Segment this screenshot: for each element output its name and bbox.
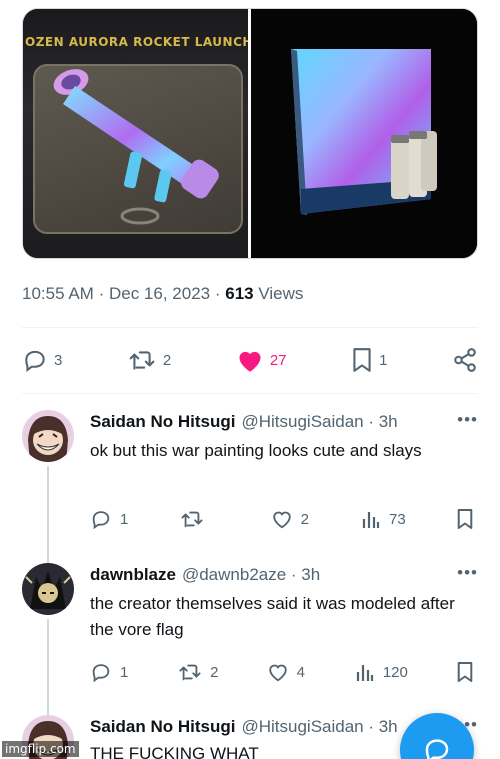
reply-button[interactable]: 1: [90, 508, 130, 530]
reply-count: 1: [120, 510, 129, 528]
reply-text: the creator themselves said it was model…: [90, 594, 455, 639]
reply-text: ok but this war painting looks cute and …: [90, 441, 422, 460]
separator-dot: ·: [214, 284, 221, 303]
reply-header: Saidan No Hitsugi @HitsugiSaidan · 3h ••…: [90, 410, 478, 434]
more-options-icon[interactable]: •••: [457, 563, 478, 583]
author-handle[interactable]: @dawnb2aze · 3h: [182, 565, 320, 585]
tweet-action-bar: 3 2 27 1: [22, 344, 478, 376]
like-button[interactable]: 2: [271, 508, 311, 530]
views-button[interactable]: 73: [361, 508, 406, 530]
tweet-media[interactable]: OZEN AURORA ROCKET LAUNCHE: [22, 8, 478, 259]
like-count: 4: [296, 663, 305, 681]
reply-button[interactable]: 1: [90, 661, 130, 683]
bookmark-button[interactable]: 1: [351, 347, 387, 373]
views-label: Views: [258, 284, 304, 303]
like-count: 27: [269, 351, 287, 369]
author-name[interactable]: Saidan No Hitsugi: [90, 412, 235, 432]
tweet-date[interactable]: Dec 16, 2023: [109, 284, 210, 303]
reply-plus-icon: [425, 739, 449, 759]
media-image-rocket-launcher[interactable]: OZEN AURORA ROCKET LAUNCHE: [23, 9, 248, 258]
author-handle[interactable]: @HitsugiSaidan · 3h: [241, 717, 397, 737]
heart-icon: [272, 511, 291, 529]
bookmark-icon: [457, 662, 473, 682]
watermark: imgflip.com: [2, 741, 79, 757]
divider: [22, 327, 478, 328]
avatar[interactable]: [22, 410, 74, 462]
retweet-button[interactable]: [180, 508, 220, 530]
retweet-icon: [181, 511, 203, 528]
avatar[interactable]: [22, 563, 74, 615]
reply-count: 3: [54, 351, 63, 369]
views-count: 613: [225, 284, 254, 303]
bookmark-count: 1: [379, 351, 388, 369]
like-count: 2: [300, 510, 309, 528]
reply-count: 1: [120, 663, 129, 681]
reply-icon: [92, 511, 110, 530]
heart-icon: [268, 664, 287, 682]
views-count: 120: [382, 663, 408, 681]
retweet-count: 2: [210, 663, 219, 681]
media-caption: OZEN AURORA ROCKET LAUNCHE: [25, 35, 248, 49]
item-panel: [33, 64, 243, 234]
bookmark-icon: [457, 509, 473, 529]
author-name[interactable]: Saidan No Hitsugi: [90, 717, 235, 737]
analytics-icon: [356, 665, 373, 681]
divider: [22, 393, 478, 394]
retweet-button[interactable]: 2: [127, 347, 171, 373]
bookmark-button[interactable]: [456, 508, 474, 530]
heart-filled-icon: [239, 351, 261, 372]
author-name[interactable]: dawnblaze: [90, 565, 176, 585]
reply-header: dawnblaze @dawnb2aze · 3h •••: [90, 563, 478, 587]
reply-icon: [92, 664, 110, 683]
author-handle[interactable]: @HitsugiSaidan · 3h: [241, 412, 397, 432]
tweet-timestamp-line: 10:55 AM · Dec 16, 2023 · 613 Views: [22, 284, 303, 304]
like-button[interactable]: 4: [267, 661, 307, 683]
share-icon: [454, 348, 476, 372]
reply-action-bar: 1 2 4 120: [90, 660, 474, 684]
avatar-anime-icon: [22, 410, 74, 462]
tweet-time[interactable]: 10:55 AM: [22, 284, 94, 303]
rocket-launcher-icon: [53, 69, 219, 225]
retweet-icon: [129, 351, 155, 370]
avatar-dark-icon: [22, 563, 74, 615]
retweet-icon: [179, 664, 201, 681]
reply-action-bar: 1 2 73: [90, 507, 474, 531]
media-image-war-paint[interactable]: [248, 9, 477, 258]
views-count: 73: [388, 510, 406, 528]
retweet-button[interactable]: 2: [178, 661, 219, 683]
more-options-icon[interactable]: •••: [457, 410, 478, 430]
reply-button[interactable]: 3: [22, 347, 62, 373]
retweet-count: 2: [162, 351, 172, 369]
bookmark-icon: [353, 348, 371, 372]
share-button[interactable]: [452, 347, 478, 373]
bookmark-button[interactable]: [456, 661, 474, 683]
reply-icon: [25, 350, 45, 373]
analytics-icon: [362, 512, 380, 528]
separator-dot: ·: [98, 284, 105, 303]
war-paint-icon: [291, 49, 437, 215]
views-button[interactable]: 120: [355, 661, 408, 683]
like-button[interactable]: 27: [236, 347, 287, 373]
